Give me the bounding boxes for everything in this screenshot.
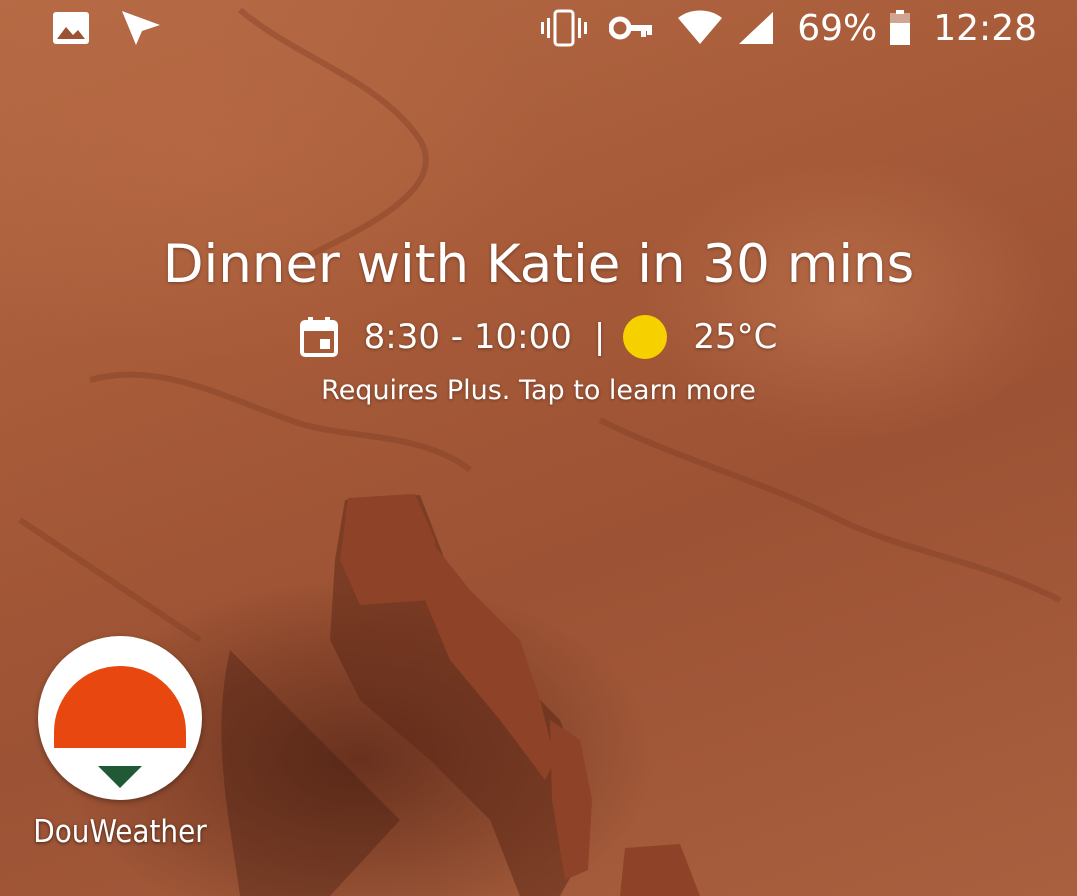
status-bar: 69% 12:28: [0, 0, 1077, 56]
send-notification-icon: [120, 9, 162, 47]
home-screen: 69% 12:28 Dinner with Katie in 30 mins 8…: [0, 0, 1077, 896]
douweather-icon[interactable]: [38, 636, 202, 800]
wifi-icon: [677, 10, 723, 46]
clock: 12:28: [933, 7, 1037, 49]
plus-note[interactable]: Requires Plus. Tap to learn more: [0, 375, 1077, 406]
vibrate-icon: [541, 9, 588, 47]
app-label: DouWeather: [33, 814, 207, 850]
at-a-glance-widget[interactable]: Dinner with Katie in 30 mins 8:30 - 10:0…: [0, 225, 1077, 406]
vpn-key-icon: [609, 16, 653, 40]
battery-icon: [889, 10, 911, 46]
event-title[interactable]: Dinner with Katie in 30 mins: [0, 225, 1077, 305]
event-time-range: 8:30 - 10:00: [363, 317, 572, 357]
temperature: 25°C: [693, 317, 778, 357]
image-notification-icon: [52, 11, 90, 45]
event-details[interactable]: 8:30 - 10:00 | 25°C: [0, 309, 1077, 365]
cell-signal-icon: [737, 10, 775, 46]
sun-icon: [623, 315, 668, 359]
battery-percentage: 69%: [797, 7, 878, 49]
separator: |: [593, 317, 606, 357]
app-shortcut-douweather[interactable]: DouWeather: [20, 636, 220, 850]
calendar-icon: [299, 317, 338, 357]
